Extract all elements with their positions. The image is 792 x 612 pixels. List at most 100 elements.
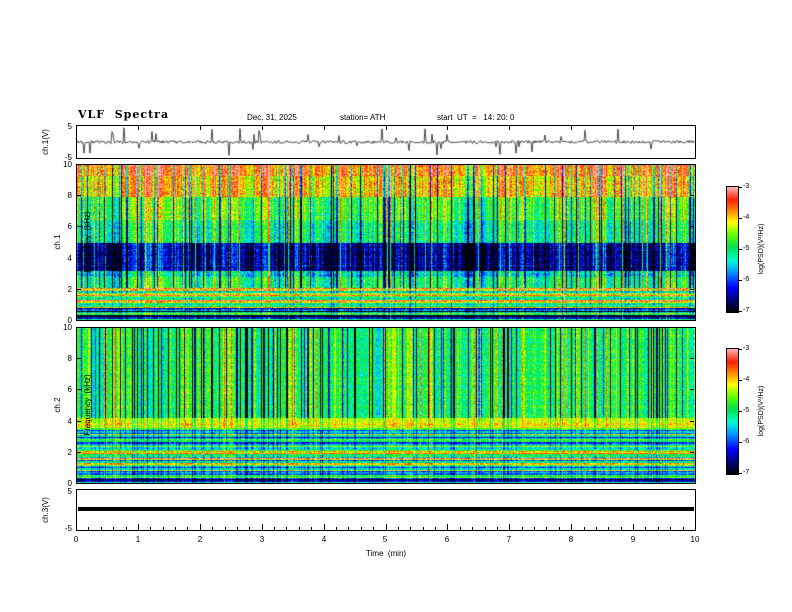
tick-mark: [77, 421, 81, 422]
tick-mark: [739, 218, 742, 219]
tick-mark: [447, 126, 448, 130]
tick-mark: [739, 249, 742, 250]
tick-mark: [739, 349, 742, 350]
cbar-tick-label: -5: [743, 245, 750, 252]
tick-mark: [690, 421, 694, 422]
tick-mark: [695, 524, 696, 530]
tick-mark: [608, 527, 609, 530]
xtick-label: 2: [197, 535, 203, 544]
ch3-wave-ytick-top: 5: [67, 487, 72, 496]
header-start-ut: start UT = 14: 20: 0: [437, 113, 515, 122]
tick-mark: [546, 527, 547, 530]
xaxis-title: Time (min): [365, 549, 407, 558]
cbar-tick-label: -5: [743, 407, 750, 414]
cbar-tick-label: -4: [743, 214, 750, 221]
tick-mark: [596, 527, 597, 530]
tick-mark: [410, 527, 411, 530]
tick-mark: [77, 164, 81, 165]
tick-mark: [324, 126, 325, 130]
xtick-label: 10: [690, 535, 700, 544]
tick-mark: [485, 527, 486, 530]
tick-mark: [690, 164, 694, 165]
tick-mark: [670, 527, 671, 530]
tick-mark: [163, 527, 164, 530]
cbar-tick-label: -7: [743, 469, 750, 476]
cbar-tick-label: -3: [743, 345, 750, 352]
tick-mark: [126, 527, 127, 530]
ch1-spec-frequency-label: Frequency (kHz): [83, 211, 92, 273]
tick-mark: [683, 527, 684, 530]
tick-mark: [690, 226, 694, 227]
tick-mark: [690, 389, 694, 390]
tick-mark: [645, 527, 646, 530]
tick-mark: [77, 195, 81, 196]
tick-mark: [690, 258, 694, 259]
xtick-label: 8: [568, 535, 574, 544]
tick-mark: [225, 527, 226, 530]
xtick-label: 5: [382, 535, 388, 544]
xtick-label: 4: [321, 535, 327, 544]
tick-mark: [101, 527, 102, 530]
tick-mark: [509, 524, 510, 530]
tick-mark: [584, 527, 585, 530]
tick-mark: [509, 126, 510, 130]
tick-mark: [200, 126, 201, 130]
tick-mark: [690, 320, 694, 321]
tick-mark: [262, 126, 263, 130]
ch1-colorbar-title: log(PSD)(V²/Hz): [758, 223, 765, 275]
ch3-flat-trace: [78, 507, 694, 511]
tick-mark: [77, 389, 81, 390]
figure-title: VLF Spectra: [78, 108, 170, 121]
tick-mark: [77, 320, 81, 321]
tick-mark: [138, 524, 139, 530]
tick-mark: [690, 358, 694, 359]
ch1-colorbar-canvas: [727, 187, 738, 312]
tick-mark: [739, 187, 742, 188]
cbar-tick-label: -4: [743, 376, 750, 383]
ch2-spectrogram-ylabel: ch.2 Frequency (kHz): [33, 345, 92, 465]
tick-mark: [138, 126, 139, 130]
ch1-waveform-canvas: [77, 126, 695, 158]
tick-mark: [690, 452, 694, 453]
ch1-spec-channel-label: ch.1: [53, 234, 62, 250]
cbar-tick-label: -7: [743, 307, 750, 314]
tick-mark: [88, 527, 89, 530]
ch2-spec-frequency-label: Frequency (kHz): [83, 374, 92, 436]
tick-mark: [522, 527, 523, 530]
tick-mark: [348, 527, 349, 530]
tick-mark: [497, 527, 498, 530]
tick-mark: [460, 527, 461, 530]
tick-mark: [113, 527, 114, 530]
ch3-wave-ylabel: ch.3(V): [41, 497, 50, 523]
tick-mark: [77, 452, 81, 453]
tick-mark: [77, 258, 81, 259]
ch1-spectrogram-canvas: [77, 165, 695, 320]
tick-mark: [633, 126, 634, 130]
ch2-colorbar-canvas: [727, 349, 738, 474]
tick-mark: [76, 524, 77, 530]
tick-mark: [386, 524, 387, 530]
tick-mark: [262, 524, 263, 530]
header-date: Dec. 31, 2025: [247, 113, 297, 122]
ch3-wave-ytick-bottom: -5: [64, 524, 72, 533]
tick-mark: [175, 527, 176, 530]
xtick-label: 3: [259, 535, 265, 544]
tick-mark: [633, 524, 634, 530]
tick-mark: [571, 524, 572, 530]
tick-mark: [739, 442, 742, 443]
tick-mark: [299, 527, 300, 530]
cbar-tick-label: -3: [743, 183, 750, 190]
tick-mark: [621, 527, 622, 530]
ch2-spec-channel-label: ch.2: [53, 397, 62, 413]
tick-mark: [249, 527, 250, 530]
xtick-label: 1: [135, 535, 141, 544]
tick-mark: [286, 527, 287, 530]
header-station: station= ATH: [340, 113, 386, 122]
tick-mark: [237, 527, 238, 530]
tick-mark: [212, 527, 213, 530]
ch1-wave-ylabel: ch.1(V): [41, 129, 50, 155]
tick-mark: [200, 524, 201, 530]
tick-mark: [311, 527, 312, 530]
cbar-tick-label: -6: [743, 276, 750, 283]
tick-mark: [77, 483, 81, 484]
